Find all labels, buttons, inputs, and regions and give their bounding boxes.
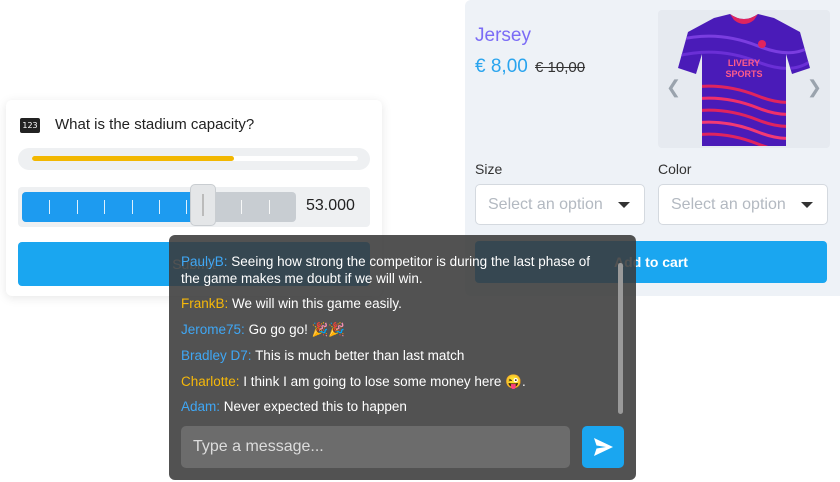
chat-message-text: We will win this game easily. [232, 296, 402, 311]
chat-username[interactable]: Adam: [181, 399, 220, 414]
product-old-price: € 10,00 [535, 59, 586, 76]
slider-tick [131, 200, 133, 214]
capacity-slider[interactable] [22, 192, 296, 222]
chat-message: PaulyB: Seeing how strong the competitor… [181, 253, 611, 287]
slider-handle[interactable] [189, 184, 216, 226]
slider-tick [104, 200, 106, 214]
chat-username[interactable]: Bradley D7: [181, 348, 252, 363]
chat-input-placeholder: Type a message... [193, 438, 324, 455]
slider-tick [268, 200, 270, 214]
timer-progress-fill [32, 156, 235, 161]
send-icon [594, 438, 613, 456]
number-question-icon: 123 [20, 118, 40, 133]
product-price: € 8,00 [475, 56, 528, 77]
slider-tick [49, 200, 51, 214]
product-image-carousel: ❮ ❯ LIVERY SPORTS [658, 10, 830, 148]
product-name: Jersey [475, 25, 531, 46]
chat-username[interactable]: Charlotte: [181, 374, 240, 389]
chat-message-text: Go go go! 🎉🎉 [248, 322, 346, 337]
chat-message-text: Seeing how strong the competitor is duri… [181, 254, 591, 286]
chat-message: Bradley D7: This is much better than las… [181, 347, 464, 364]
size-label: Size [475, 161, 503, 177]
timer-progress-bar [18, 148, 370, 170]
send-button[interactable] [582, 426, 624, 468]
color-label: Color [658, 161, 692, 177]
chat-message-text: Never expected this to happen [223, 399, 407, 414]
chevron-down-icon [801, 202, 813, 208]
chat-scrollbar[interactable] [618, 263, 623, 414]
color-select[interactable]: Select an option [658, 184, 828, 225]
slider-tick [76, 200, 78, 214]
chevron-down-icon [618, 202, 630, 208]
svg-text:SPORTS: SPORTS [725, 69, 762, 79]
chat-message-text: I think I am going to lose some money he… [243, 374, 526, 389]
slider-value: 53.000 [306, 197, 355, 214]
svg-text:LIVERY: LIVERY [728, 58, 760, 68]
capacity-slider-container: 53.000 [18, 184, 370, 227]
slider-tick [186, 200, 188, 214]
chat-message: FrankB: We will win this game easily. [181, 295, 402, 312]
chat-message-text: This is much better than last match [255, 348, 465, 363]
chat-panel: PaulyB: Seeing how strong the competitor… [169, 235, 636, 480]
chat-username[interactable]: PaulyB: [181, 254, 228, 269]
slider-ticks [22, 192, 296, 222]
chat-message: Adam: Never expected this to happen [181, 398, 407, 415]
jersey-image: LIVERY SPORTS [678, 14, 810, 146]
chat-username[interactable]: Jerome75: [181, 322, 245, 337]
slider-tick [241, 200, 243, 214]
chat-username[interactable]: FrankB: [181, 296, 228, 311]
chat-message: Jerome75: Go go go! 🎉🎉 [181, 321, 345, 338]
chat-message-input[interactable]: Type a message... [181, 426, 570, 468]
size-select-placeholder: Select an option [488, 196, 603, 213]
size-select[interactable]: Select an option [475, 184, 645, 225]
slider-tick [159, 200, 160, 214]
color-select-placeholder: Select an option [671, 196, 786, 213]
chat-message: Charlotte: I think I am going to lose so… [181, 373, 526, 390]
poll-question: What is the stadium capacity? [55, 116, 255, 133]
